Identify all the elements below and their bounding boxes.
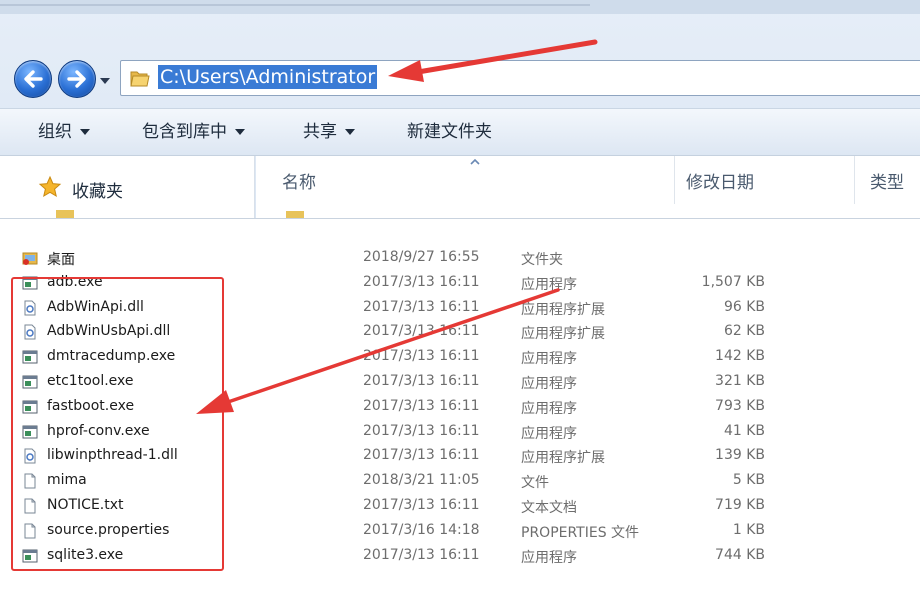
file-type: 应用程序 [521,276,577,293]
file-size: 41 KB [723,422,765,439]
file-size: 719 KB [715,497,765,513]
back-button[interactable] [14,60,52,98]
arrow-left-icon [24,70,43,88]
file-size: 62 KB [723,323,765,340]
column-divider[interactable] [674,156,675,204]
folder-icon [56,210,74,218]
caret-down-icon [345,129,355,135]
file-date: 2017/3/13 16:11 [363,397,480,414]
folder-icon [286,211,304,218]
title-bar [0,0,920,14]
file-date: 2017/3/13 16:11 [363,546,480,563]
chevron-down-icon [100,78,110,84]
file-type: PROPERTIES 文件 [521,524,640,541]
address-bar[interactable]: C:\Users\Administrator [120,60,920,96]
folder-icon [130,71,150,87]
recent-pages-button[interactable] [98,72,112,84]
file-date: 2018/3/21 11:05 [363,472,480,489]
column-divider[interactable] [854,156,855,204]
column-name-header[interactable]: 名称 [282,168,316,193]
desktop-folder-icon [22,250,38,266]
file-type: 应用程序 [521,351,577,368]
column-type-header[interactable]: 类型 [870,168,904,193]
file-type: 应用程序扩展 [521,301,605,318]
file-type: 应用程序 [521,425,577,442]
column-header-row: 名称 修改日期 类型 [256,156,920,218]
file-date: 2018/9/27 16:55 [363,249,480,265]
file-date: 2017/3/16 14:18 [363,521,480,538]
star-icon [38,175,62,198]
organize-label: 组织 [38,122,72,142]
file-date: 2017/3/13 16:11 [363,497,480,513]
caret-down-icon [235,129,245,135]
file-type: 应用程序 [521,549,577,566]
caret-down-icon [80,129,90,135]
column-date-header[interactable]: 修改日期 [686,168,754,193]
file-date: 2017/3/13 16:11 [363,298,480,315]
file-size: 139 KB [715,447,765,464]
favorites-label: 收藏夹 [72,182,123,202]
file-size: 793 KB [715,397,765,414]
file-size: 1 KB [732,521,765,538]
arrow-right-icon [67,70,86,88]
file-size: 5 KB [732,472,765,489]
sort-ascending-icon [470,158,480,165]
command-bar: 组织 包含到库中 共享 新建文件夹 [0,108,920,156]
file-type: 文本文档 [521,500,577,516]
explorer-header-crop: C:\Users\Administrator 组织 包含到库中 共享 新建文件夹… [0,0,920,219]
file-type: 文件夹 [521,252,563,268]
share-label: 共享 [303,122,337,142]
annotation-highlight-box [11,277,224,571]
new-folder-label: 新建文件夹 [407,122,492,142]
file-date: 2017/3/13 16:11 [363,348,480,365]
file-size: 1,507 KB [701,273,765,290]
file-date: 2017/3/13 16:11 [363,447,480,464]
file-type: 应用程序 [521,400,577,417]
new-folder-button[interactable]: 新建文件夹 [407,120,492,144]
file-date: 2017/3/13 16:11 [363,373,480,389]
file-size: 96 KB [723,298,765,315]
file-size: 744 KB [715,546,765,563]
file-date: 2017/3/13 16:11 [363,323,480,340]
forward-button[interactable] [58,60,96,98]
include-library-label: 包含到库中 [142,122,227,142]
address-path-text[interactable]: C:\Users\Administrator [158,65,378,89]
organize-menu[interactable]: 组织 [38,120,90,144]
file-row[interactable]: 桌面 2018/9/27 16:55 文件夹 [0,246,920,270]
file-date: 2017/3/13 16:11 [363,422,480,439]
file-type: 应用程序扩展 [521,326,605,343]
share-menu[interactable]: 共享 [303,120,355,144]
file-type: 应用程序 [521,376,577,392]
file-date: 2017/3/13 16:11 [363,273,480,290]
file-name: 桌面 [47,252,75,268]
file-type: 应用程序扩展 [521,450,605,467]
include-in-library-menu[interactable]: 包含到库中 [142,120,245,144]
file-size: 142 KB [715,348,765,365]
file-type: 文件 [521,475,549,492]
file-size: 321 KB [715,373,765,389]
